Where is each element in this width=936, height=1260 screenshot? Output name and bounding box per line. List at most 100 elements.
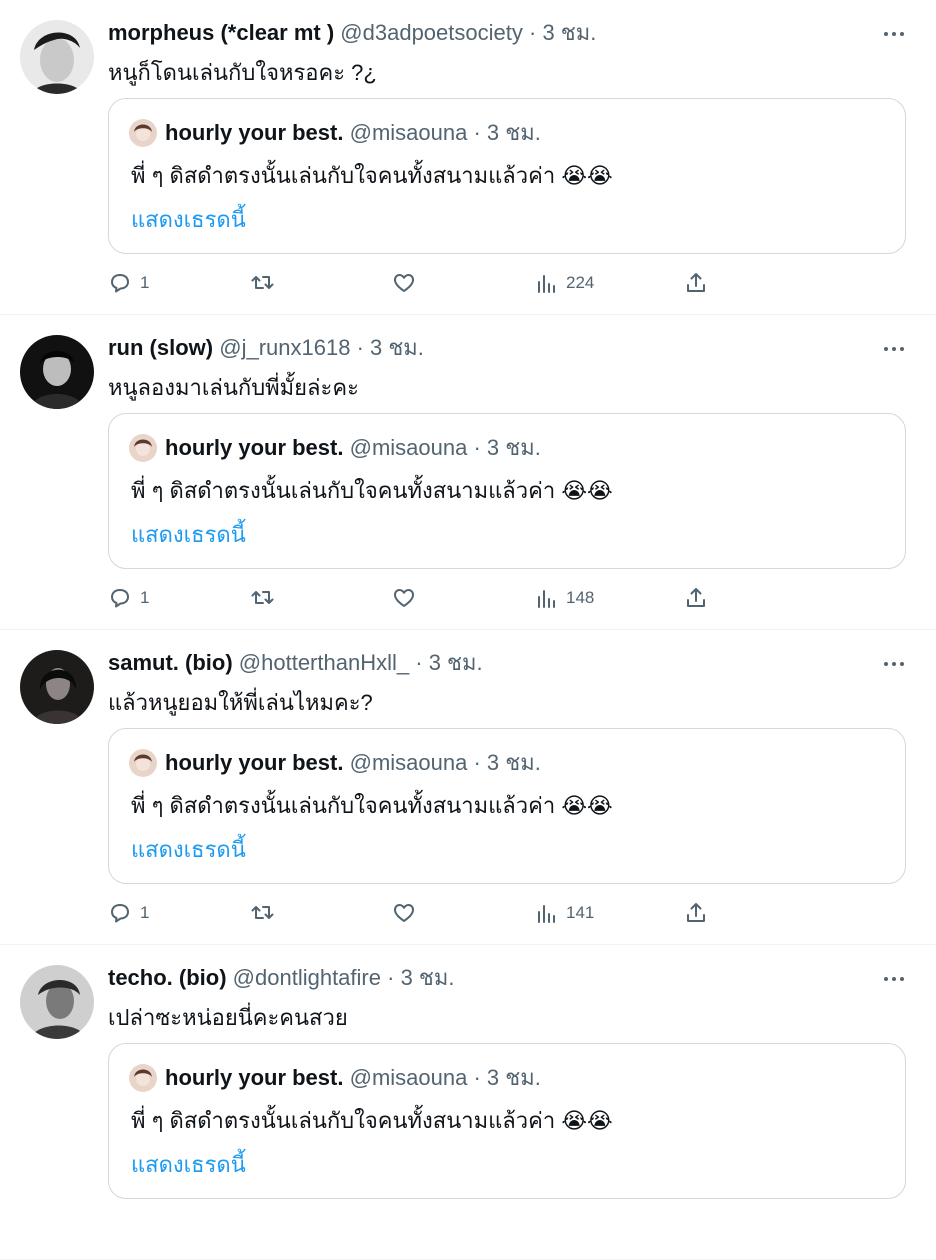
show-thread-link[interactable]: แสดงเธรดนี้: [131, 518, 246, 552]
quoted-handle: @misaouna: [349, 1065, 468, 1090]
like-button[interactable]: [392, 581, 416, 615]
display-name[interactable]: techo. (bio): [108, 965, 227, 990]
share-button[interactable]: [684, 896, 708, 930]
like-button[interactable]: [392, 266, 416, 300]
display-name[interactable]: morpheus (*clear mt ): [108, 20, 334, 45]
reply-button[interactable]: 1: [108, 266, 149, 300]
more-horizontal-icon[interactable]: [880, 337, 908, 361]
reply-button[interactable]: 1: [108, 581, 149, 615]
timeline-feed: morpheus (*clear mt ) @d3adpoetsociety ·…: [0, 0, 936, 1260]
quoted-avatar: [129, 1064, 157, 1092]
like-button[interactable]: [392, 896, 416, 930]
tweet-text: หนูก็โดนเล่นกับใจหรอคะ ?¿: [108, 60, 377, 85]
avatar-image: [20, 965, 94, 1039]
more-horizontal-icon[interactable]: [880, 22, 908, 46]
timestamp[interactable]: 3 ชม.: [542, 20, 596, 45]
views-count: 148: [566, 588, 595, 607]
quoted-header: hourly your best. @misaouna · 3 ชม.: [165, 117, 541, 149]
quoted-timestamp: 3 ชม.: [486, 120, 541, 145]
tweet-text: แล้วหนูยอมให้พี่เล่นไหมคะ?: [108, 690, 373, 715]
quoted-text-body: พี่ ๆ ดิสดำตรงนั้นเล่นกับใจคนทั้งสนามแล้…: [131, 478, 556, 503]
avatar[interactable]: [20, 650, 94, 724]
avatar[interactable]: [20, 20, 94, 94]
tweet-actions: 1 141: [108, 896, 936, 930]
tweet-actions: 1 224: [108, 266, 936, 300]
quoted-text: พี่ ๆ ดิสดำตรงนั้นเล่นกับใจคนทั้งสนามแล้…: [131, 789, 613, 823]
heart-icon: [394, 904, 414, 922]
separator-dot: ·: [356, 335, 364, 360]
views-button[interactable]: 224: [536, 266, 594, 300]
quoted-text: พี่ ๆ ดิสดำตรงนั้นเล่นกับใจคนทั้งสนามแล้…: [131, 1104, 613, 1138]
quoted-tweet[interactable]: hourly your best. @misaouna · 3 ชม. พี่ …: [108, 98, 906, 254]
tweet-actions: 1 148: [108, 581, 936, 615]
share-button[interactable]: [684, 266, 708, 300]
quoted-handle: @misaouna: [349, 750, 468, 775]
tweet-header: samut. (bio) @hotterthanHxll_ · 3 ชม.: [108, 648, 856, 678]
quoted-avatar: [129, 434, 157, 462]
display-name[interactable]: run (slow): [108, 335, 213, 360]
timestamp[interactable]: 3 ชม.: [370, 335, 424, 360]
reply-icon: [111, 274, 129, 293]
quoted-header: hourly your best. @misaouna · 3 ชม.: [165, 1062, 541, 1094]
tweet-text: เปล่าซะหน่อยนี่คะคนสวย: [108, 1005, 348, 1030]
quoted-avatar: [129, 119, 157, 147]
quoted-tweet[interactable]: hourly your best. @misaouna · 3 ชม. พี่ …: [108, 1043, 906, 1199]
quoted-timestamp: 3 ชม.: [486, 1065, 541, 1090]
tweet-header: run (slow) @j_runx1618 · 3 ชม.: [108, 333, 856, 363]
more-horizontal-icon[interactable]: [880, 967, 908, 991]
share-button[interactable]: [684, 581, 708, 615]
retweet-button[interactable]: [250, 266, 276, 300]
retweet-button[interactable]: [250, 581, 276, 615]
reply-count: 1: [140, 273, 150, 292]
show-thread-link[interactable]: แสดงเธรดนี้: [131, 203, 246, 237]
retweet-icon: [251, 906, 274, 919]
quoted-tweet[interactable]: hourly your best. @misaouna · 3 ชม. พี่ …: [108, 728, 906, 884]
tweet[interactable]: morpheus (*clear mt ) @d3adpoetsociety ·…: [0, 0, 936, 315]
avatar-image: [20, 650, 94, 724]
tweet[interactable]: samut. (bio) @hotterthanHxll_ · 3 ชม. แล…: [0, 630, 936, 945]
quoted-tweet[interactable]: hourly your best. @misaouna · 3 ชม. พี่ …: [108, 413, 906, 569]
tweet[interactable]: techo. (bio) @dontlightafire · 3 ชม. เปล…: [0, 945, 936, 1260]
avatar-image: [20, 335, 94, 409]
heart-icon: [394, 274, 414, 292]
views-button[interactable]: 148: [536, 581, 594, 615]
retweet-icon: [251, 591, 274, 604]
more-horizontal-icon[interactable]: [880, 652, 908, 676]
quoted-text-body: พี่ ๆ ดิสดำตรงนั้นเล่นกับใจคนทั้งสนามแล้…: [131, 1108, 556, 1133]
views-button[interactable]: 141: [536, 896, 594, 930]
user-handle[interactable]: @hotterthanHxll_: [239, 650, 409, 675]
user-handle[interactable]: @dontlightafire: [233, 965, 381, 990]
display-name[interactable]: samut. (bio): [108, 650, 233, 675]
separator-dot: ·: [529, 20, 537, 45]
views-chart-icon: [538, 590, 555, 608]
quoted-timestamp: 3 ชม.: [486, 435, 541, 460]
retweet-button[interactable]: [250, 896, 276, 930]
timestamp[interactable]: 3 ชม.: [401, 965, 455, 990]
tweet[interactable]: run (slow) @j_runx1618 · 3 ชม. หนูลองมาเ…: [0, 315, 936, 630]
crying-emoji: 😭😭: [561, 478, 613, 503]
crying-emoji: 😭😭: [561, 793, 613, 818]
reply-button[interactable]: 1: [108, 896, 149, 930]
user-handle[interactable]: @d3adpoetsociety: [340, 20, 523, 45]
avatar[interactable]: [20, 335, 94, 409]
crying-emoji: 😭😭: [561, 163, 613, 188]
separator-dot: ·: [473, 750, 481, 775]
retweet-icon: [251, 276, 274, 289]
user-handle[interactable]: @j_runx1618: [219, 335, 350, 360]
quoted-text: พี่ ๆ ดิสดำตรงนั้นเล่นกับใจคนทั้งสนามแล้…: [131, 159, 613, 193]
reply-count: 1: [140, 903, 150, 922]
show-thread-link[interactable]: แสดงเธรดนี้: [131, 1148, 246, 1182]
separator-dot: ·: [473, 120, 481, 145]
show-thread-link[interactable]: แสดงเธรดนี้: [131, 833, 246, 867]
avatar[interactable]: [20, 965, 94, 1039]
tweet-header: morpheus (*clear mt ) @d3adpoetsociety ·…: [108, 18, 856, 48]
quoted-display-name: hourly your best.: [165, 750, 344, 775]
separator-dot: ·: [387, 965, 395, 990]
views-chart-icon: [538, 275, 555, 293]
quoted-header: hourly your best. @misaouna · 3 ชม.: [165, 747, 541, 779]
reply-icon: [111, 904, 129, 923]
timestamp[interactable]: 3 ชม.: [429, 650, 483, 675]
reply-count: 1: [140, 588, 150, 607]
quoted-display-name: hourly your best.: [165, 120, 344, 145]
separator-dot: ·: [415, 650, 423, 675]
